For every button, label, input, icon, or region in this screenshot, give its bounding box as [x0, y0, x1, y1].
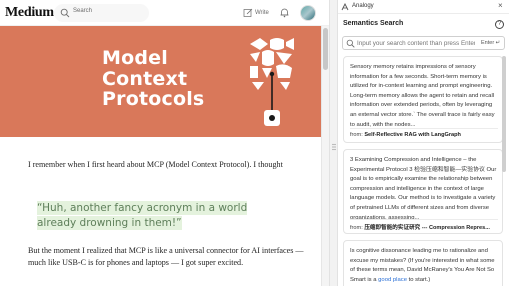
drag-grip-icon: [332, 143, 336, 151]
close-panel-button[interactable]: ×: [498, 1, 503, 10]
notifications-bell-icon[interactable]: [279, 7, 290, 18]
analogy-side-panel: Analogy × Semantics Search ? Enter ↵ Sen…: [338, 0, 509, 286]
article-pane: Medium Search Write Model Context Protoc…: [0, 0, 329, 286]
semantic-search-box[interactable]: Enter ↵: [342, 36, 505, 50]
result-source-label: from:: [350, 225, 363, 231]
enter-hint: Enter ↵: [481, 40, 501, 46]
article-scrollbar[interactable]: [321, 26, 329, 286]
result-source-label: from:: [350, 132, 363, 138]
site-search-placeholder: Search: [73, 8, 93, 14]
help-icon[interactable]: ?: [495, 20, 504, 29]
result-source[interactable]: from: 压缩即智能的实证研究 --- Compression Repres.…: [350, 223, 490, 231]
medium-logo[interactable]: Medium: [5, 5, 54, 21]
article-scroll-thumb[interactable]: [323, 28, 328, 70]
hero-image: Model Context Protocols: [0, 26, 321, 137]
search-result-card[interactable]: Sensory memory retains impressions of se…: [343, 56, 503, 143]
result-source[interactable]: from: Self-Reflective RAG with LangGraph: [350, 132, 461, 138]
card-divider: [350, 219, 498, 220]
search-result-card[interactable]: Is cognitive dissonance leading me to ra…: [343, 240, 503, 286]
article-paragraph-1: I remember when I first heard about MCP …: [28, 160, 283, 169]
semantic-search-input[interactable]: [357, 38, 475, 49]
analogy-icon: [341, 3, 349, 11]
search-icon: [60, 8, 70, 18]
hero-title: Model Context Protocols: [102, 47, 205, 110]
site-search-box[interactable]: Search: [54, 4, 149, 22]
result-source-title: 压缩即智能的实证研究 --- Compression Repres...: [364, 225, 490, 231]
result-snippet: Is cognitive dissonance leading me to ra…: [350, 247, 500, 285]
search-icon: [346, 39, 355, 48]
result-snippet: 3 Examining Compression and Intelligence…: [350, 157, 497, 221]
mcp-logo-art: [250, 38, 294, 126]
semantics-search-heading: Semantics Search: [343, 20, 404, 27]
article-pull-quote: “Huh, another fancy acronym in a world a…: [37, 201, 285, 231]
write-icon: [243, 8, 253, 17]
panel-scrollbar-thumb[interactable]: [502, 56, 506, 172]
pane-resize-divider[interactable]: [329, 0, 338, 286]
panel-title: Analogy: [352, 3, 374, 9]
result-snippet-text-end: to start.): [406, 276, 431, 283]
result-snippet: Sensory memory retains impressions of se…: [350, 64, 495, 128]
card-divider: [350, 128, 498, 129]
top-navigation-bar: Medium Search Write: [0, 0, 329, 26]
article-paragraph-2: But the moment I realized that MCP is li…: [28, 246, 304, 267]
search-result-card[interactable]: 3 Examining Compression and Intelligence…: [343, 149, 503, 234]
result-inline-link[interactable]: good place: [378, 277, 407, 283]
result-source-title: Self-Reflective RAG with LangGraph: [364, 132, 461, 138]
user-avatar[interactable]: [300, 5, 316, 21]
panel-header: Analogy ×: [338, 0, 509, 14]
pull-quote-text: “Huh, another fancy acronym in a world a…: [37, 201, 248, 230]
write-label: Write: [255, 10, 269, 16]
